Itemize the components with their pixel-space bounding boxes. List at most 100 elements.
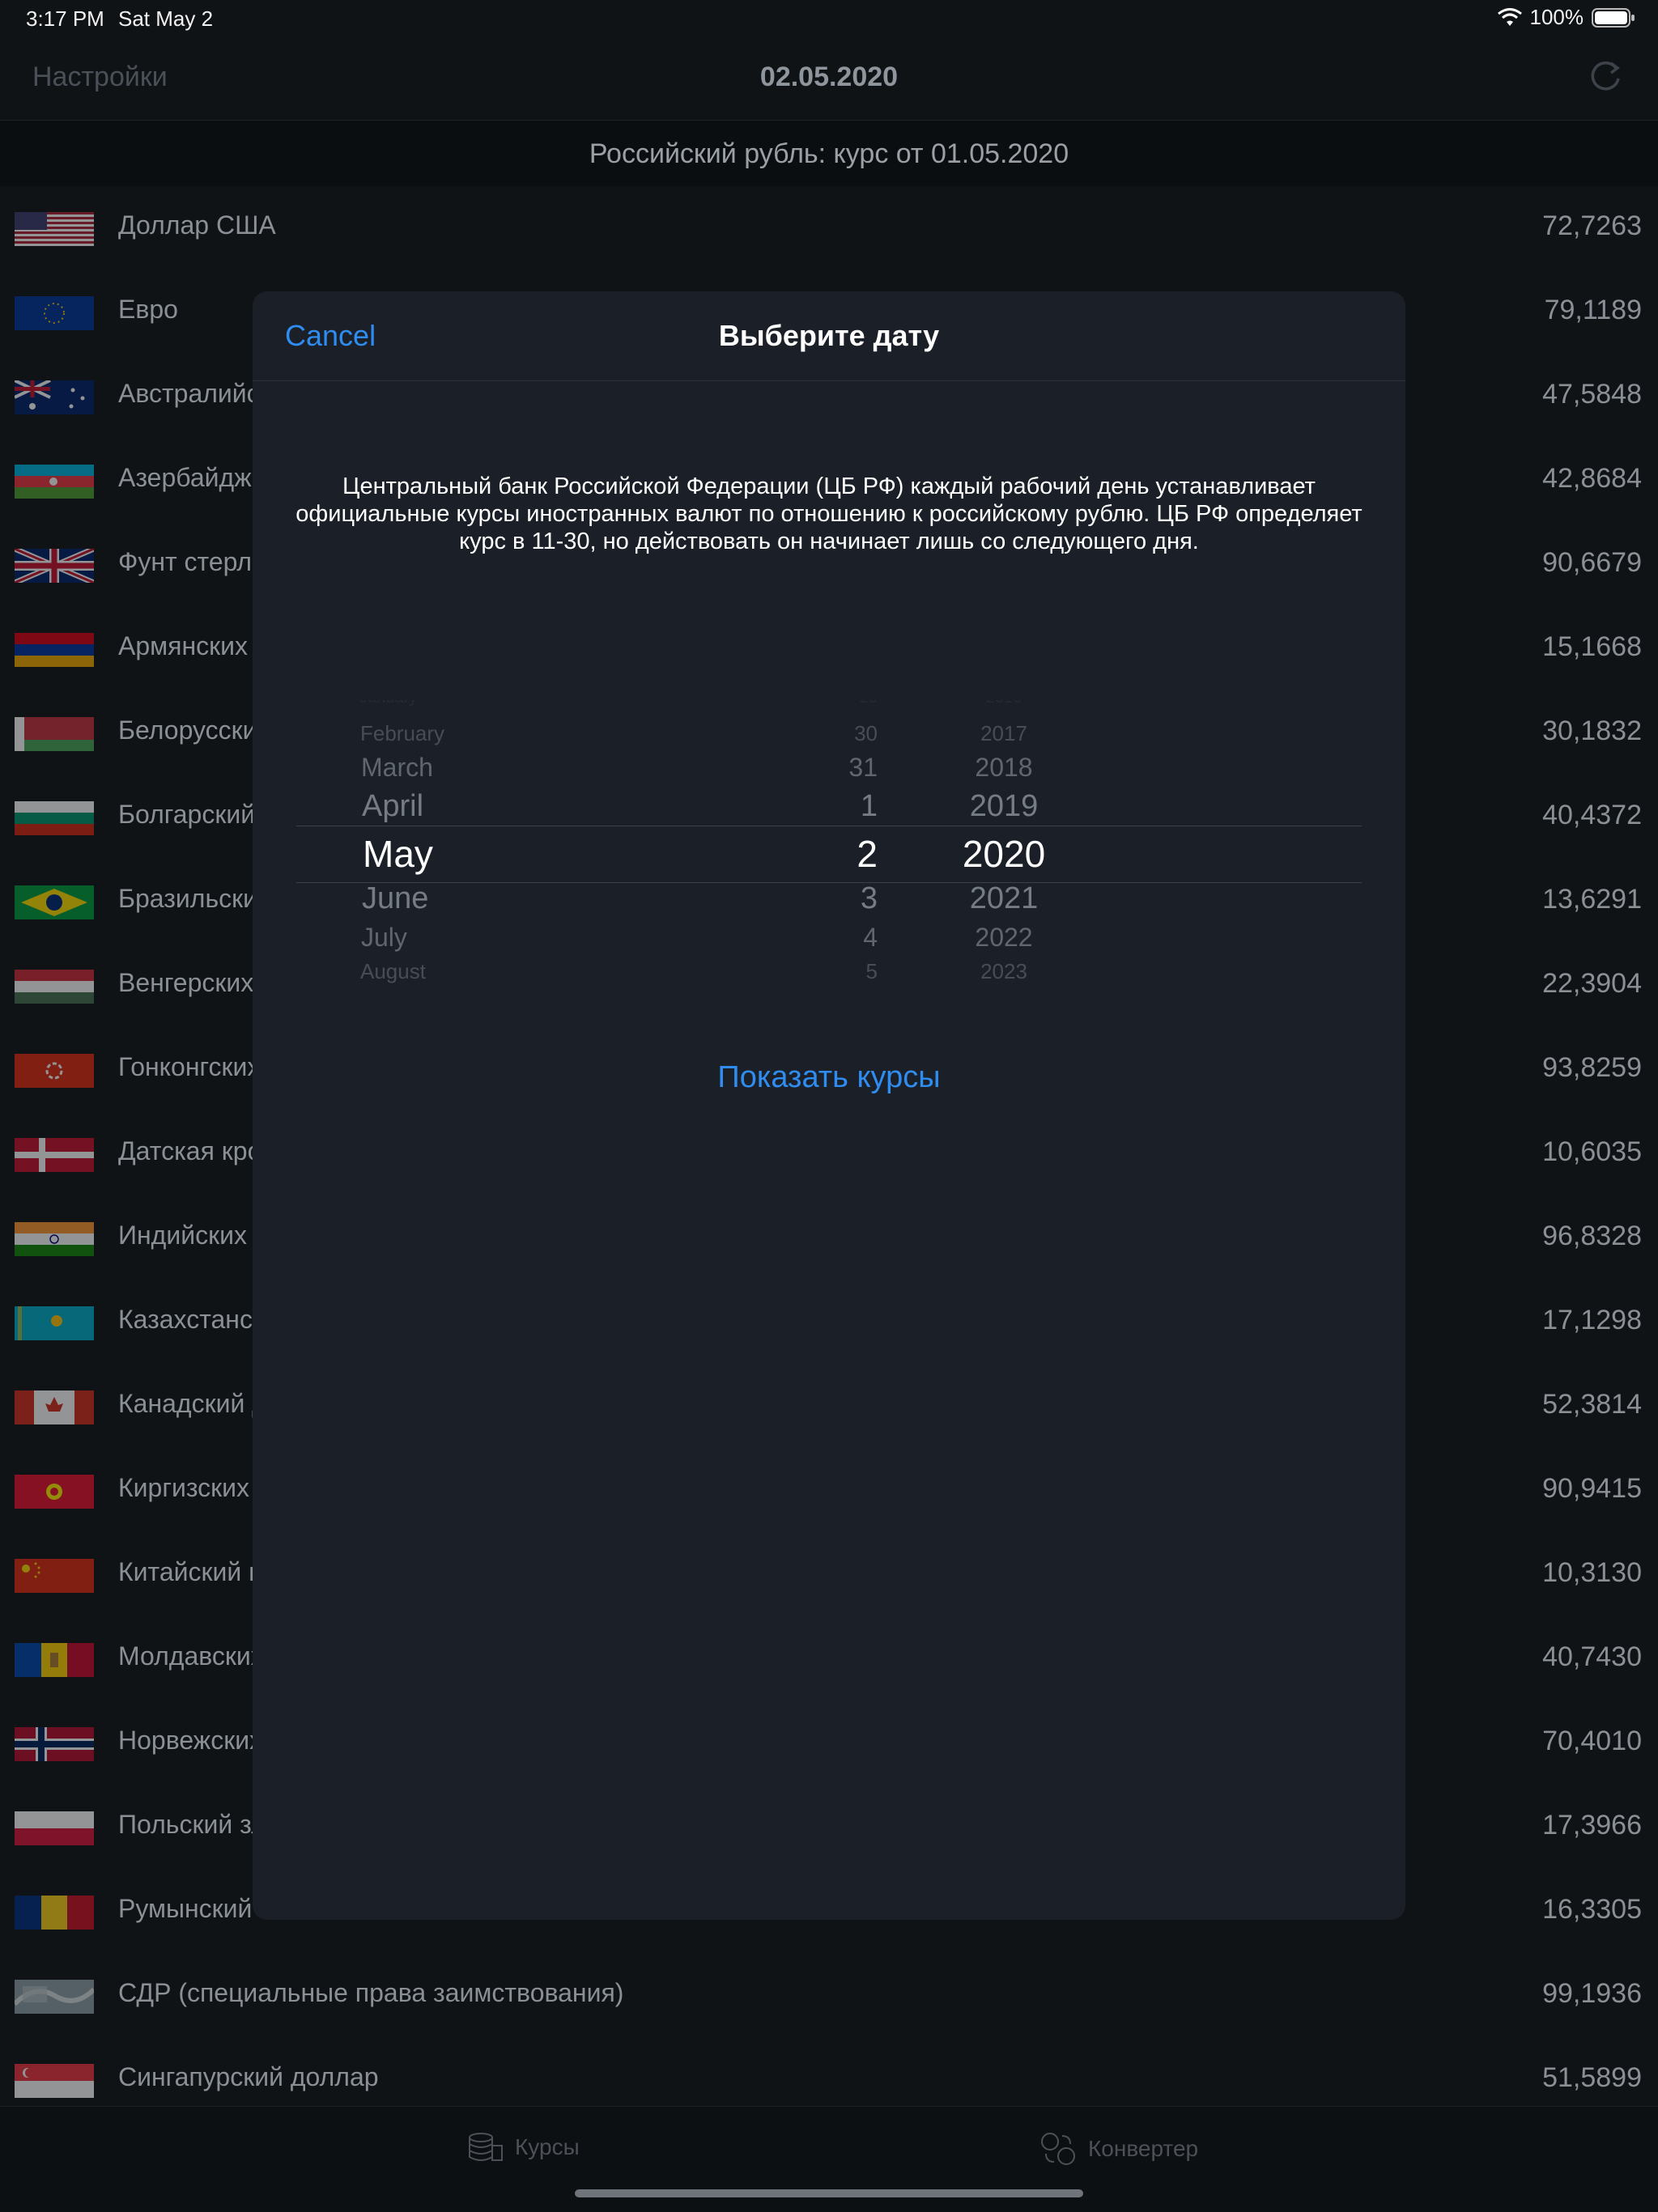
picker-year-option[interactable]: 2023 xyxy=(947,959,1061,984)
currency-name: Венгерских xyxy=(118,968,254,997)
picker-day-option[interactable]: 5 xyxy=(866,959,878,984)
tab-rates[interactable]: Курсы xyxy=(466,2131,580,2163)
currency-rate: 40,7430 xyxy=(1542,1641,1642,1672)
currency-rate: 22,3904 xyxy=(1542,968,1642,999)
status-bar: 3:17 PM Sat May 2 100% xyxy=(0,0,1658,39)
picker-month-option[interactable]: January xyxy=(359,700,417,707)
currency-rate: 79,1189 xyxy=(1544,295,1642,325)
tab-rates-label: Курсы xyxy=(515,2134,580,2159)
currency-rate: 72,7263 xyxy=(1542,210,1642,241)
flag-icon xyxy=(15,1811,94,1845)
picker-day-option[interactable]: 29 xyxy=(860,700,878,707)
picker-month-option[interactable]: August xyxy=(360,959,426,984)
refresh-icon[interactable] xyxy=(1585,57,1626,97)
converter-icon xyxy=(1041,2133,1075,2165)
picker-day-option[interactable]: 1 xyxy=(861,789,878,824)
status-date: Sat May 2 xyxy=(118,6,214,31)
flag-icon xyxy=(15,717,94,751)
home-indicator xyxy=(575,2189,1083,2197)
picker-year-option[interactable]: 2019 xyxy=(947,789,1061,824)
currency-name: Польский зл xyxy=(118,1810,267,1839)
picker-year-option[interactable]: 2017 xyxy=(947,721,1061,746)
nav-bar: Настройки 02.05.2020 xyxy=(0,39,1658,121)
flag-icon xyxy=(15,970,94,1004)
modal-header: Cancel Выберите дату xyxy=(253,291,1405,381)
picker-month-option[interactable]: March xyxy=(361,753,433,783)
flag-icon xyxy=(15,885,94,919)
flag-icon xyxy=(15,2064,94,2098)
currency-name: Молдавских xyxy=(118,1641,264,1671)
picker-year-option[interactable]: 2022 xyxy=(947,923,1061,953)
picker-selection-bottom xyxy=(296,882,1362,883)
flag-icon xyxy=(15,380,94,414)
flag-icon xyxy=(15,1390,94,1424)
picker-year-option[interactable]: 2016 xyxy=(947,700,1061,707)
currency-name: Евро xyxy=(118,295,178,324)
tab-converter[interactable]: Конвертер xyxy=(1039,2131,1198,2167)
currency-rate: 30,1832 xyxy=(1542,715,1642,746)
currency-rate: 47,5848 xyxy=(1542,379,1642,410)
currency-name: Азербайджа xyxy=(118,463,266,492)
currency-rate: 10,3130 xyxy=(1542,1557,1642,1588)
currency-name: Китайский ю xyxy=(118,1557,269,1586)
flag-icon xyxy=(15,212,94,246)
currency-rate: 10,6035 xyxy=(1542,1136,1642,1167)
picker-month-option[interactable]: July xyxy=(361,923,407,953)
flag-icon xyxy=(15,1643,94,1677)
picker-day-option[interactable]: 3 xyxy=(861,881,878,916)
currency-rate: 70,4010 xyxy=(1542,1726,1642,1756)
currency-rate: 51,5899 xyxy=(1542,2062,1642,2093)
picker-month-option[interactable]: February xyxy=(360,721,444,746)
flag-icon xyxy=(15,549,94,583)
currency-rate: 93,8259 xyxy=(1542,1052,1642,1083)
currency-rate: 42,8684 xyxy=(1542,463,1642,494)
currency-rate: 90,9415 xyxy=(1542,1473,1642,1504)
flag-icon xyxy=(15,801,94,835)
currency-name: Индийских xyxy=(118,1221,247,1250)
currency-name: Белорусски xyxy=(118,715,257,745)
currency-name: Фунт стерли xyxy=(118,547,266,576)
modal-title: Выберите дату xyxy=(718,319,940,352)
currency-rate: 17,1298 xyxy=(1542,1305,1642,1335)
picker-year-option[interactable]: 2018 xyxy=(947,753,1061,783)
currency-row[interactable]: СДР (специальные права заимствования) 99,… xyxy=(0,1954,1658,2038)
picker-month-option[interactable]: June xyxy=(362,881,428,916)
currency-name: СДР (специальные права заимствования) xyxy=(118,1978,624,2007)
currency-name: Австралийс xyxy=(118,379,260,408)
picker-year-option[interactable]: 2020 xyxy=(947,832,1061,876)
status-time: 3:17 PM xyxy=(26,6,104,31)
currency-rate: 17,3966 xyxy=(1542,1810,1642,1841)
picker-year-option[interactable]: 2021 xyxy=(947,881,1061,916)
currency-rate: 52,3814 xyxy=(1542,1389,1642,1420)
currency-name: Болгарский xyxy=(118,800,256,829)
date-picker-wheel[interactable]: January292016February302017March312018Ap… xyxy=(253,700,1405,991)
coins-icon xyxy=(469,2133,503,2161)
currency-rate: 15,1668 xyxy=(1542,631,1642,662)
flag-icon xyxy=(15,1475,94,1509)
currency-rate: 16,3305 xyxy=(1542,1894,1642,1925)
currency-name: Армянских xyxy=(118,631,249,660)
currency-rate: 90,6679 xyxy=(1542,547,1642,578)
currency-rate: 40,4372 xyxy=(1542,800,1642,830)
flag-icon xyxy=(15,296,94,330)
picker-month-option[interactable]: April xyxy=(362,789,423,824)
currency-rate: 13,6291 xyxy=(1542,884,1642,915)
picker-day-option[interactable]: 30 xyxy=(854,721,878,746)
currency-name: Датская кро xyxy=(118,1136,262,1165)
show-rates-button[interactable]: Показать курсы xyxy=(253,1060,1405,1095)
battery-percent: 100% xyxy=(1529,5,1584,29)
picker-month-option[interactable]: May xyxy=(363,832,433,876)
flag-icon xyxy=(15,1054,94,1088)
currency-rate: 96,8328 xyxy=(1542,1221,1642,1251)
currency-rate: 99,1936 xyxy=(1542,1978,1642,2009)
picker-day-option[interactable]: 2 xyxy=(857,832,878,876)
flag-icon xyxy=(15,1222,94,1256)
currency-name: Норвежских xyxy=(118,1726,263,1755)
currency-row[interactable]: Доллар США 72,7263 xyxy=(0,186,1658,270)
picker-day-option[interactable]: 31 xyxy=(848,753,878,783)
battery-icon xyxy=(1592,7,1635,28)
currency-name: Бразильски xyxy=(118,884,257,913)
rate-subheader: Российский рубль: курс от 01.05.2020 xyxy=(0,121,1658,186)
picker-day-option[interactable]: 4 xyxy=(863,923,878,953)
currency-name: Румынский xyxy=(118,1894,253,1923)
